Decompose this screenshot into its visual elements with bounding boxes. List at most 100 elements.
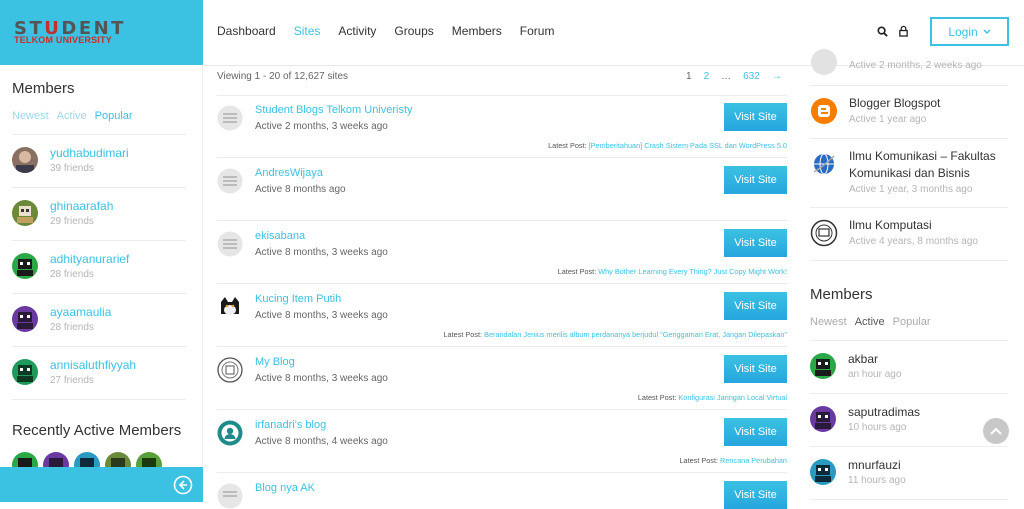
site-activity: Active 8 months, 4 weeks ago	[255, 436, 388, 447]
blog-default-icon[interactable]	[217, 168, 243, 194]
latest-post-link[interactable]: Why Bother Learning Every Thing? Just Co…	[598, 267, 787, 276]
user-circle-icon[interactable]	[217, 420, 243, 446]
filter-active[interactable]: Active	[855, 316, 885, 328]
blog-list-item: Ilmu Komputasi Active 4 years, 8 months …	[810, 217, 978, 247]
divider	[810, 499, 1008, 500]
member-friends: 28 friends	[50, 322, 94, 333]
list-item: ghinaarafah 29 friends	[12, 199, 113, 227]
gray-circle-icon[interactable]	[810, 48, 838, 76]
nav-dashboard[interactable]: Dashboard	[217, 24, 276, 38]
nav-sites[interactable]: Sites	[294, 24, 321, 38]
visit-site-button[interactable]: Visit Site	[724, 355, 787, 383]
next-page-icon[interactable]: →	[772, 71, 782, 82]
site-row: ekisabana Active 8 months, 3 weeks ago V…	[217, 221, 787, 284]
avatar[interactable]	[12, 359, 38, 385]
visit-site-button[interactable]: Visit Site	[724, 103, 787, 131]
avatar[interactable]	[810, 459, 836, 485]
latest-post-link[interactable]: Berandalan Jenius merilis album perdanan…	[484, 330, 787, 339]
site-name[interactable]: Blog nya AK	[255, 482, 315, 494]
blog-list-item: Active 2 months, 2 weeks ago	[810, 49, 982, 76]
site-activity: Active 8 months, 3 weeks ago	[255, 373, 388, 384]
avatar[interactable]	[810, 353, 836, 379]
latest-post: Latest Post: Why Bother Learning Every T…	[557, 267, 787, 276]
logo-subtitle: TELKOM UNIVERSITY	[14, 35, 112, 45]
latest-post-link[interactable]: Rencana Perubahan	[720, 456, 787, 465]
computer-icon[interactable]	[810, 219, 838, 247]
divider	[810, 260, 1008, 261]
visit-site-button[interactable]: Visit Site	[724, 292, 787, 320]
divider	[12, 293, 186, 294]
blog-default-icon[interactable]	[217, 231, 243, 257]
member-name[interactable]: saputradimas	[848, 405, 920, 419]
visit-site-button[interactable]: Visit Site	[724, 418, 787, 446]
member-name[interactable]: yudhabudimari	[50, 146, 129, 160]
member-name[interactable]: adhityanurarief	[50, 252, 129, 266]
site-logo[interactable]: STUDENT TELKOM UNIVERSITY	[0, 0, 203, 65]
visit-site-button[interactable]: Visit Site	[724, 166, 787, 194]
blog-name[interactable]: Blogger Blogspot	[849, 95, 940, 112]
page-ellipsis: …	[721, 71, 732, 82]
site-name[interactable]: irfanadri's blog	[255, 419, 326, 431]
site-row: My Blog Active 8 months, 3 weeks ago Vis…	[217, 347, 787, 410]
latest-post-link[interactable]: Konfigurasi Jaringan Local Virtual	[678, 393, 787, 402]
blog-default-icon[interactable]	[217, 105, 243, 131]
cat-icon[interactable]	[217, 294, 243, 320]
arrow-left-circle-icon[interactable]	[173, 475, 193, 495]
blog-activity: Active 4 years, 8 months ago	[849, 236, 978, 247]
avatar[interactable]	[12, 147, 38, 173]
filter-popular[interactable]: Popular	[95, 110, 133, 122]
nav-activity[interactable]: Activity	[338, 24, 376, 38]
emblem-icon[interactable]	[217, 357, 243, 383]
member-name[interactable]: ghinaarafah	[50, 199, 113, 213]
list-item: mnurfauzi 11 hours ago	[810, 458, 906, 486]
avatar[interactable]	[12, 306, 38, 332]
login-button[interactable]: Login	[930, 17, 1009, 46]
divider	[810, 446, 1008, 447]
nav-forum[interactable]: Forum	[520, 24, 555, 38]
page-2[interactable]: 2	[704, 71, 710, 82]
page-last[interactable]: 632	[743, 71, 760, 82]
blog-name[interactable]: Ilmu Komunikasi – Fakultas Komunikasi da…	[849, 148, 1008, 182]
site-name[interactable]: AndresWijaya	[255, 167, 323, 179]
member-name[interactable]: ayaamaulia	[50, 305, 111, 319]
site-activity: Active 2 months, 3 weeks ago	[255, 121, 388, 132]
visit-site-button[interactable]: Visit Site	[724, 229, 787, 257]
blog-default-icon[interactable]	[217, 483, 243, 509]
site-name[interactable]: ekisabana	[255, 230, 305, 242]
latest-post: Latest Post: Konfigurasi Jaringan Local …	[637, 393, 787, 402]
member-name[interactable]: mnurfauzi	[848, 458, 906, 472]
site-name[interactable]: Student Blogs Telkom Univeristy	[255, 104, 413, 116]
nav-members[interactable]: Members	[452, 24, 502, 38]
filter-newest[interactable]: Newest	[810, 316, 847, 328]
globe-icon[interactable]	[810, 150, 838, 178]
divider	[810, 85, 1008, 86]
login-label: Login	[948, 24, 978, 39]
blogger-icon[interactable]	[810, 97, 838, 125]
latest-post: Latest Post: [Pemberitahuan] Crash Siste…	[548, 141, 787, 150]
latest-post: Latest Post: Berandalan Jenius merilis a…	[443, 330, 788, 339]
search-icon[interactable]	[877, 26, 888, 37]
divider	[12, 399, 186, 400]
site-name[interactable]: My Blog	[255, 356, 295, 368]
nav-groups[interactable]: Groups	[394, 24, 433, 38]
filter-active[interactable]: Active	[57, 110, 87, 122]
visit-site-button[interactable]: Visit Site	[724, 481, 787, 509]
blog-name[interactable]: Ilmu Komputasi	[849, 217, 978, 234]
lock-icon[interactable]	[898, 25, 909, 37]
filter-newest[interactable]: Newest	[12, 110, 49, 122]
avatar[interactable]	[12, 200, 38, 226]
pagination: 1 2 … 632 →	[686, 71, 782, 82]
avatar[interactable]	[12, 253, 38, 279]
member-friends: 39 friends	[50, 163, 94, 174]
avatar[interactable]	[810, 406, 836, 432]
filter-popular[interactable]: Popular	[893, 316, 931, 328]
members-filter: Newest Active Popular	[12, 110, 133, 122]
list-item: annisaluthfiyyah 27 friends	[12, 358, 136, 386]
site-name[interactable]: Kucing Item Putih	[255, 293, 341, 305]
member-name[interactable]: akbar	[848, 352, 901, 366]
member-last-active: 10 hours ago	[848, 422, 907, 433]
scroll-to-top-button[interactable]	[983, 418, 1009, 444]
member-name[interactable]: annisaluthfiyyah	[50, 358, 136, 372]
latest-post-link[interactable]: [Pemberitahuan] Crash Sistem Pada SSL da…	[589, 141, 787, 150]
latest-post: Latest Post: Rencana Perubahan	[679, 456, 787, 465]
